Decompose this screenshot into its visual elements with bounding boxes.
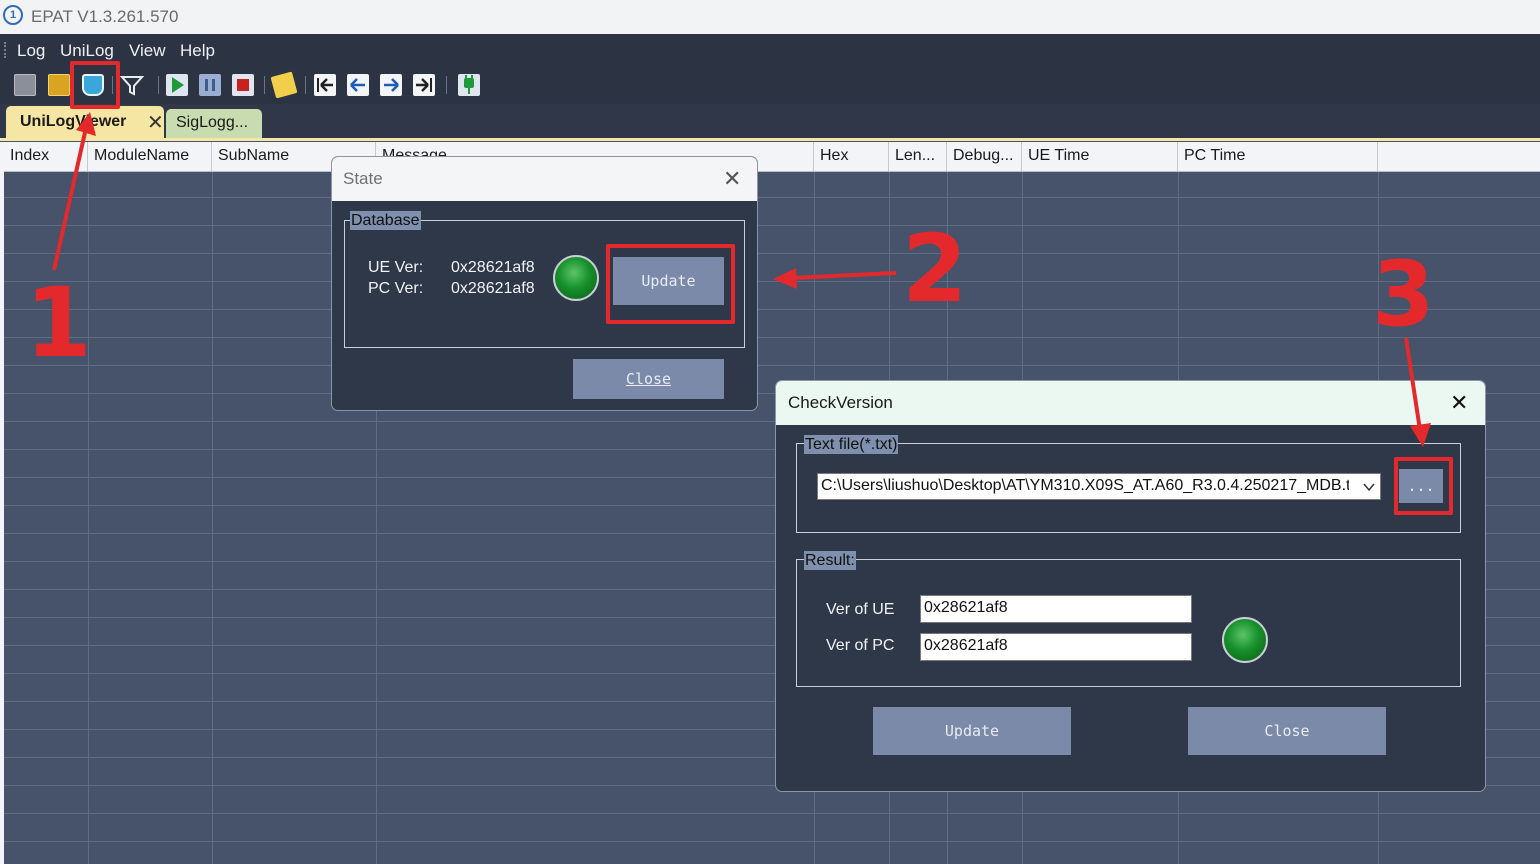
annotation-arrows	[52, 112, 1431, 447]
annotation-number-2: 2	[902, 215, 968, 324]
annotation-number-3: 3	[1372, 242, 1435, 347]
annotation-number-1: 1	[25, 267, 92, 379]
